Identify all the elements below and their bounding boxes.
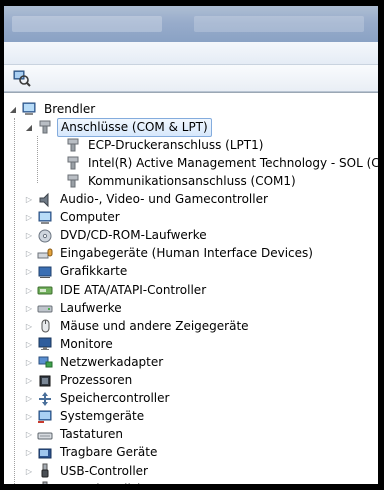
mouse-icon <box>37 318 53 334</box>
tree-connector <box>52 140 62 150</box>
device-label: Intel(R) Active Management Technology - … <box>88 155 378 170</box>
category-item[interactable]: ▷ Computer <box>24 209 123 227</box>
category-label: Systemgeräte <box>60 409 145 424</box>
collapse-arrow-icon[interactable]: ◢ <box>24 122 34 132</box>
expand-arrow-icon[interactable]: ▷ <box>24 285 34 295</box>
category-item[interactable]: ▷ Tragbare Geräte <box>24 444 160 462</box>
disk-drive-icon <box>37 300 53 316</box>
port-icon <box>37 119 53 135</box>
title-bar-blur <box>12 16 162 32</box>
category-label: USB-Controller <box>60 463 148 478</box>
ide-controller-icon <box>37 282 53 298</box>
category-item[interactable]: ▷ USB-Controller <box>24 462 151 480</box>
category-item[interactable]: ▷ Speichercontroller <box>24 390 172 408</box>
category-label: DVD/CD-ROM-Laufwerke <box>60 228 207 243</box>
expand-arrow-icon[interactable]: ▷ <box>24 339 34 349</box>
category-item[interactable]: ▷ Laufwerke <box>24 299 125 317</box>
category-item[interactable]: ▷ IDE ATA/ATAPI-Controller <box>24 281 209 299</box>
category-item[interactable]: ▷ Prozessoren <box>24 372 135 390</box>
expand-arrow-icon[interactable]: ▷ <box>24 303 34 313</box>
expand-arrow-icon[interactable]: ▷ <box>24 249 34 259</box>
category-label: Speichercontroller <box>60 391 170 406</box>
tree-root-item[interactable]: ◢ Brendler <box>8 100 98 118</box>
port-icon <box>65 137 81 153</box>
scan-hardware-icon <box>13 70 31 87</box>
category-item[interactable]: ◢ Anschlüsse (COM & LPT) <box>24 117 212 137</box>
category-item[interactable]: ▷ Mäuse und andere Zeigegeräte <box>24 317 252 335</box>
category-label: Mäuse und andere Zeigegeräte <box>60 318 249 333</box>
title-bar-blur <box>194 16 364 32</box>
category-item[interactable]: ▷ Eingabegeräte (Human Interface Devices) <box>24 245 316 263</box>
category-label: Grafikkarte <box>60 264 128 279</box>
device-manager-window: ◢ Brendler ◢ Anschlüsse (COM & LPT) ECP-Druc… <box>4 6 378 484</box>
device-label: ECP-Druckeranschluss (LPT1) <box>88 137 264 152</box>
usb-icon <box>37 463 53 479</box>
computer-icon <box>37 210 53 226</box>
computer-icon <box>21 101 37 117</box>
category-item[interactable]: ▷ Netzwerkadapter <box>24 353 166 371</box>
expand-arrow-icon[interactable]: ▷ <box>24 231 34 241</box>
category-label: USB-Virtualisierung <box>57 481 179 484</box>
category-label: Laufwerke <box>60 300 122 315</box>
category-item[interactable]: ▷ DVD/CD-ROM-Laufwerke <box>24 227 210 245</box>
device-item[interactable]: Kommunikationsanschluss (COM1) <box>52 172 299 190</box>
expand-arrow-icon[interactable]: ▷ <box>24 195 34 205</box>
expand-arrow-icon[interactable]: ▷ <box>24 466 34 476</box>
expand-arrow-icon[interactable]: ▷ <box>24 376 34 386</box>
category-label: Monitore <box>60 336 113 351</box>
device-label: Kommunikationsanschluss (COM1) <box>88 173 296 188</box>
category-item[interactable]: ▷ Tastaturen <box>24 426 126 444</box>
expand-arrow-icon[interactable]: ▷ <box>24 267 34 277</box>
device-item[interactable]: ECP-Druckeranschluss (LPT1) <box>52 136 266 154</box>
category-label: Computer <box>60 210 120 225</box>
expand-arrow-icon[interactable]: ▷ <box>24 430 34 440</box>
scan-hardware-button[interactable] <box>12 68 32 88</box>
screenshot-frame: ◢ Brendler ◢ Anschlüsse (COM & LPT) ECP-Druc… <box>0 0 384 490</box>
category-item[interactable]: ▷ Grafikkarte <box>24 263 130 281</box>
portable-device-icon <box>37 445 53 461</box>
keyboard-mouse-icon <box>37 246 53 262</box>
storage-controller-icon <box>37 391 53 407</box>
category-label: Audio-, Video- und Gamecontroller <box>60 192 268 206</box>
category-label: IDE ATA/ATAPI-Controller <box>60 282 207 297</box>
device-item[interactable]: Intel(R) Active Management Technology - … <box>52 154 378 172</box>
category-label: Prozessoren <box>60 373 133 387</box>
usb-icon <box>37 481 53 484</box>
tree-connector <box>52 158 62 168</box>
keyboard-icon <box>37 427 53 443</box>
menu-bar <box>4 42 378 65</box>
network-adapter-icon <box>37 354 53 370</box>
category-item[interactable]: ▷USB-Virtualisierung <box>24 480 179 484</box>
port-icon <box>65 155 81 171</box>
display-adapter-icon <box>37 264 53 280</box>
expand-arrow-icon[interactable]: ▷ <box>24 448 34 458</box>
collapse-arrow-icon[interactable]: ◢ <box>8 104 18 114</box>
category-item[interactable]: ▷ Audio-, Video- und Gamecontroller <box>24 191 271 209</box>
tree-guide-line <box>37 136 38 184</box>
category-label: Eingabegeräte (Human Interface Devices) <box>60 246 313 261</box>
device-tree: ◢ Brendler ◢ Anschlüsse (COM & LPT) ECP-Druc… <box>4 92 378 484</box>
tree-root-label: Brendler <box>44 101 96 116</box>
port-icon <box>65 173 81 189</box>
category-item[interactable]: ▷ Systemgeräte <box>24 408 147 426</box>
expand-arrow-icon[interactable]: ▷ <box>24 412 34 422</box>
monitor-icon <box>37 336 53 352</box>
toolbar <box>4 65 378 92</box>
title-bar[interactable] <box>4 6 378 42</box>
category-item[interactable]: ▷ Monitore <box>24 335 116 353</box>
tree-connector <box>52 176 62 186</box>
tree-guide-line <box>14 118 15 484</box>
category-label: Netzwerkadapter <box>60 354 164 369</box>
category-label: Tastaturen <box>60 427 123 442</box>
category-label: Anschlüsse (COM & LPT) <box>57 117 212 137</box>
expand-arrow-icon[interactable]: ▷ <box>24 357 34 367</box>
speaker-icon <box>37 192 53 208</box>
expand-arrow-icon[interactable]: ▷ <box>24 321 34 331</box>
expand-arrow-icon[interactable]: ▷ <box>24 394 34 404</box>
disc-drive-icon <box>37 228 53 244</box>
category-label: Tragbare Geräte <box>60 445 158 460</box>
expand-arrow-icon[interactable]: ▷ <box>24 213 34 223</box>
processor-icon <box>37 373 53 389</box>
system-device-icon <box>37 409 53 425</box>
